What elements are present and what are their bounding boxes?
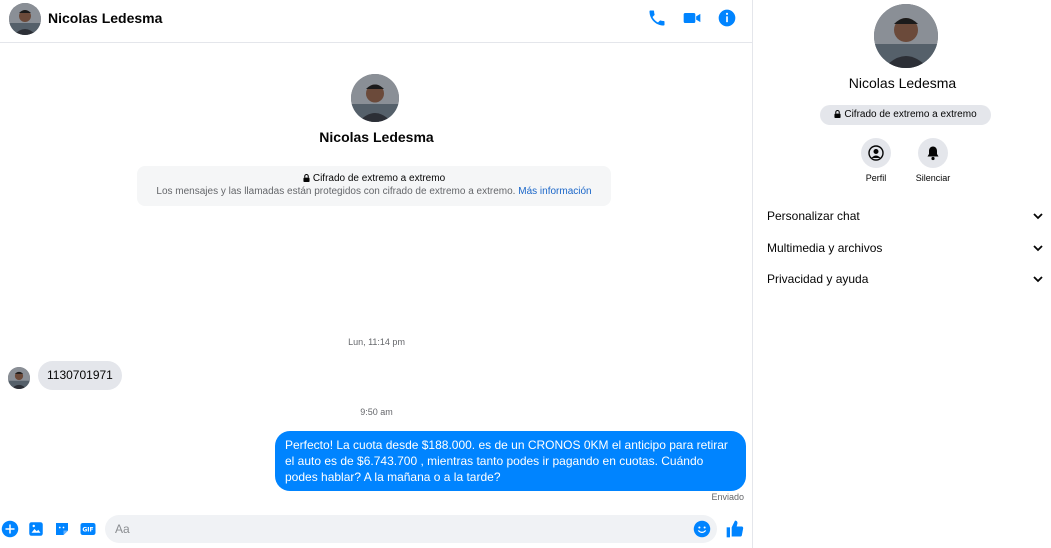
section-media-files[interactable]: Multimedia y archivos — [767, 238, 1044, 258]
emoji-icon[interactable] — [693, 520, 711, 538]
message-input-wrapper — [105, 515, 717, 543]
lock-icon — [834, 106, 841, 118]
sticker-icon[interactable] — [53, 520, 71, 538]
incoming-message-bubble[interactable]: 1130701971 — [38, 361, 122, 390]
sidebar-avatar[interactable] — [874, 4, 938, 68]
lock-icon — [303, 174, 310, 182]
outgoing-message-bubble[interactable]: Perfecto! La cuota desde $188.000. es de… — [275, 431, 746, 491]
bell-icon[interactable] — [918, 138, 948, 168]
encryption-notice-title: Cifrado de extremo a extremo — [137, 173, 611, 184]
sent-status: Enviado — [711, 492, 744, 502]
phone-icon[interactable] — [647, 8, 667, 28]
header-contact-name[interactable]: Nicolas Ledesma — [48, 10, 162, 26]
profile-button[interactable]: Perfil — [846, 138, 906, 183]
section-privacy-support[interactable]: Privacidad y ayuda — [767, 269, 1044, 289]
section-label: Personalizar chat — [767, 209, 860, 223]
svg-text:GIF: GIF — [82, 527, 93, 534]
encryption-notice: Cifrado de extremo a extremo Los mensaje… — [137, 166, 611, 206]
timestamp: 9:50 am — [360, 407, 393, 417]
info-icon[interactable] — [717, 8, 737, 28]
section-customize-chat[interactable]: Personalizar chat — [767, 206, 1044, 226]
profile-label: Perfil — [865, 173, 887, 183]
mute-label: Silenciar — [915, 173, 951, 183]
conversation-info-sidebar: Nicolas Ledesma Cifrado de extremo a ext… — [754, 0, 1051, 548]
encryption-pill: Cifrado de extremo a extremo — [820, 105, 991, 125]
intro-contact-name: Nicolas Ledesma — [319, 129, 434, 145]
more-info-link[interactable]: Más información — [518, 186, 591, 197]
image-icon[interactable] — [27, 520, 45, 538]
chat-panel: Nicolas Ledesma Nicolas Ledesma Cifrado … — [0, 0, 753, 548]
chevron-down-icon — [1032, 242, 1044, 254]
encryption-notice-desc: Los mensajes y las llamadas están proteg… — [156, 186, 592, 197]
messenger-app: Nicolas Ledesma Nicolas Ledesma Cifrado … — [0, 0, 1051, 548]
section-label: Privacidad y ayuda — [767, 272, 869, 286]
section-label: Multimedia y archivos — [767, 241, 883, 255]
profile-icon[interactable] — [861, 138, 891, 168]
video-call-icon[interactable] — [682, 8, 702, 28]
sidebar-contact-name: Nicolas Ledesma — [848, 75, 957, 91]
chevron-down-icon — [1032, 273, 1044, 285]
chat-header: Nicolas Ledesma — [0, 0, 753, 43]
gif-icon[interactable]: GIF — [79, 520, 97, 538]
plus-icon[interactable] — [1, 520, 19, 538]
header-avatar[interactable] — [9, 3, 41, 35]
chevron-down-icon — [1032, 210, 1044, 222]
timestamp: Lun, 11:14 pm — [348, 337, 405, 347]
mute-button[interactable]: Silenciar — [903, 138, 963, 183]
intro-avatar — [351, 74, 399, 122]
thumbs-up-icon[interactable] — [725, 519, 745, 539]
incoming-avatar[interactable] — [8, 367, 30, 389]
message-input[interactable] — [105, 515, 685, 543]
